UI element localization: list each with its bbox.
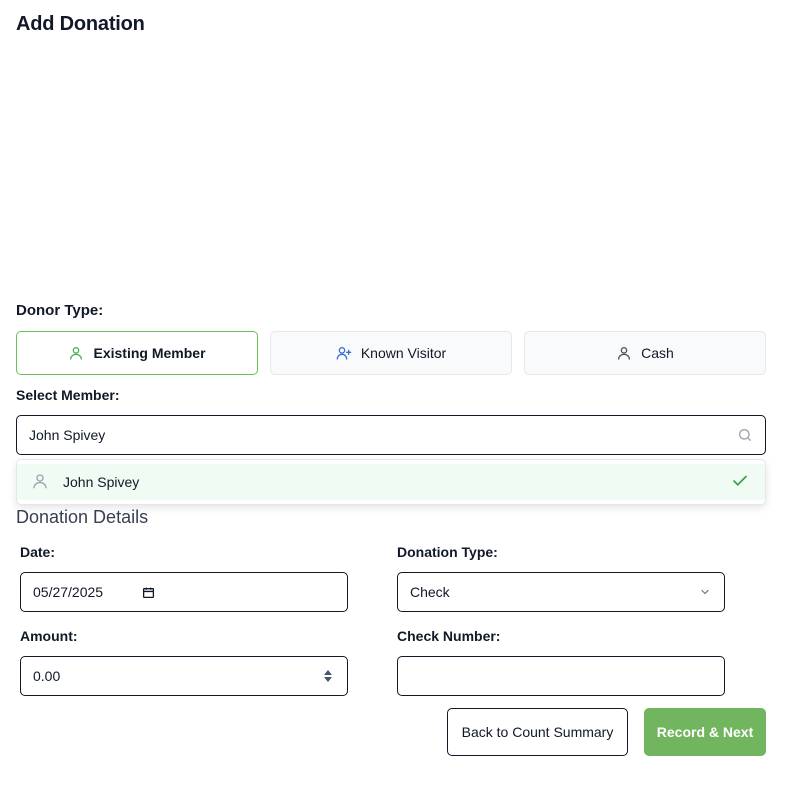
amount-input[interactable] — [33, 668, 321, 684]
back-to-count-summary-button[interactable]: Back to Count Summary — [447, 708, 628, 756]
donation-type-select[interactable]: Check — [397, 572, 725, 612]
member-result-name: John Spivey — [63, 474, 140, 490]
donor-type-known-visitor-button[interactable]: Known Visitor — [270, 331, 512, 375]
member-search-field[interactable] — [16, 415, 766, 455]
member-results-dropdown: John Spivey — [16, 459, 766, 505]
donor-type-known-visitor-label: Known Visitor — [360, 345, 447, 361]
page-title: Add Donation — [16, 13, 145, 35]
amount-field[interactable] — [20, 656, 348, 696]
check-icon — [731, 472, 749, 493]
donor-type-existing-member-label: Existing Member — [93, 345, 206, 361]
date-field[interactable]: 05/27/2025 — [20, 572, 348, 612]
donor-type-existing-member-button[interactable]: Existing Member — [16, 331, 258, 375]
user-icon — [31, 472, 49, 493]
calendar-icon[interactable] — [141, 585, 155, 599]
donation-type-value: Check — [410, 584, 450, 600]
member-search-input[interactable] — [29, 427, 737, 443]
amount-label: Amount: — [20, 628, 78, 644]
date-label: Date: — [20, 544, 56, 560]
donation-details-title: Donation Details — [16, 507, 149, 527]
search-icon — [737, 427, 753, 443]
donation-type-label: Donation Type: — [397, 544, 498, 560]
user-icon — [616, 345, 632, 361]
select-member-label: Select Member: — [16, 387, 120, 403]
user-plus-icon — [336, 345, 352, 361]
chevron-down-icon — [698, 585, 712, 599]
donor-type-label: Donor Type: — [16, 302, 104, 319]
user-icon — [68, 345, 84, 361]
check-number-field[interactable] — [397, 656, 725, 696]
date-value: 05/27/2025 — [33, 584, 104, 600]
donor-type-cash-label: Cash — [641, 345, 674, 361]
check-number-input[interactable] — [410, 668, 712, 684]
record-and-next-button[interactable]: Record & Next — [644, 708, 766, 756]
stepper-icon[interactable] — [321, 669, 335, 683]
member-result-item[interactable]: John Spivey — [17, 464, 765, 500]
donor-type-cash-button[interactable]: Cash — [524, 331, 766, 375]
check-number-label: Check Number: — [397, 628, 501, 644]
